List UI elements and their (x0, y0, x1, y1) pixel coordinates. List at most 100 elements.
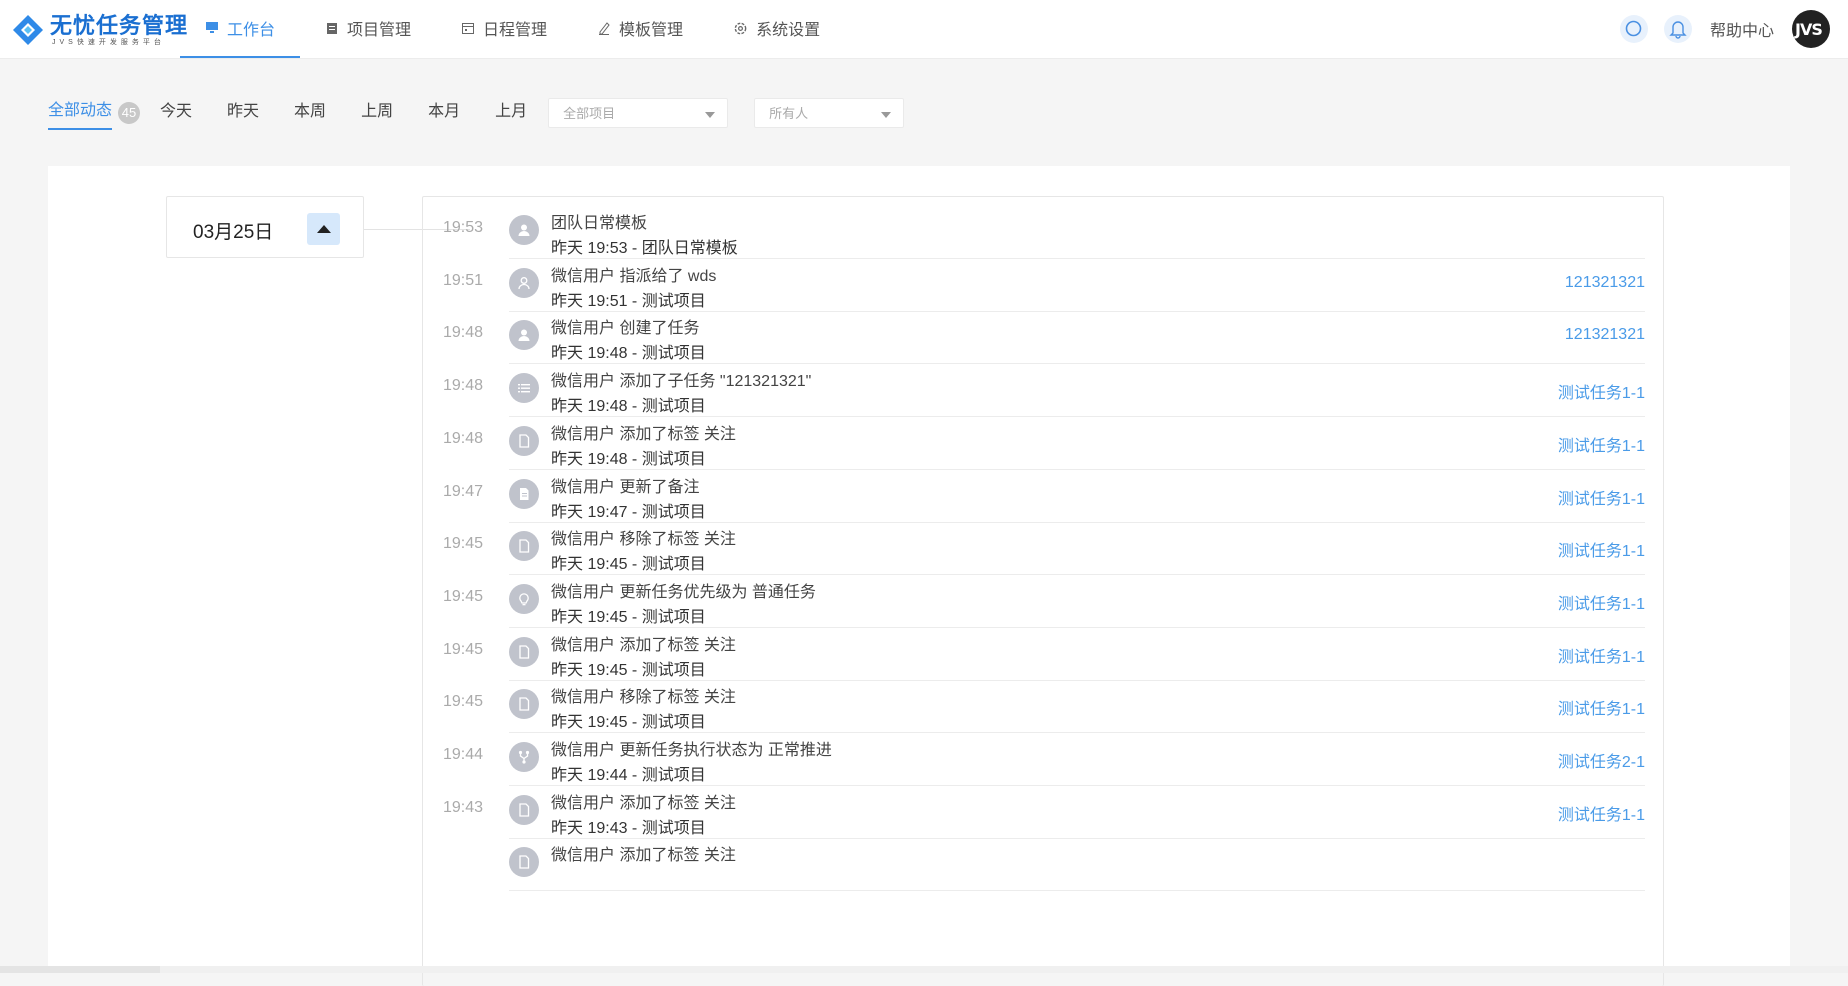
logo-icon (10, 12, 46, 48)
logo-subtitle: JVS快速开发服务平台 (52, 38, 165, 46)
clipboard-icon (327, 23, 338, 34)
filter-last-week[interactable]: 上周 (361, 97, 393, 129)
caret-down-icon (705, 112, 716, 118)
date-label: 03月25日 (193, 222, 274, 243)
activity-time: 19:48 (443, 377, 484, 395)
activity-text: 微信用户 创建了任务 (551, 320, 700, 338)
activity-panel: 03月25日 19:53 团队日常模板 昨天 19:53 - 团队日常模板 19:51… (48, 166, 1790, 986)
help-center-link[interactable]: 帮助中心 (1710, 17, 1774, 41)
filter-last-month[interactable]: 上月 (495, 97, 527, 129)
activity-task-link[interactable]: 测试任务1-1 (1558, 590, 1645, 614)
search-icon (1625, 20, 1642, 37)
nav-label: 模板管理 (619, 22, 684, 39)
person-select[interactable]: 所有人 (754, 98, 905, 128)
nav-label: 日程管理 (483, 22, 548, 39)
document-icon (509, 636, 539, 667)
list-icon (509, 373, 539, 404)
person-select-placeholder: 所有人 (769, 106, 809, 121)
nav-label: 系统设置 (756, 22, 821, 39)
filter-bar: 全部动态 45 今天 昨天 本周 上周 本月 上月 全部项目 所有人 (48, 96, 936, 130)
nav-schedule[interactable]: 日程管理 (436, 0, 572, 56)
activity-time: 19:45 (443, 535, 484, 553)
top-header: 无忧任务管理 JVS快速开发服务平台 工作台 项目管理 日程管理 模板管理 系统… (0, 0, 1848, 59)
scrollbar-thumb[interactable] (160, 966, 1848, 973)
activity-text: 微信用户 移除了标签 关注 (551, 689, 736, 707)
activity-time: 19:43 (443, 798, 484, 816)
user-avatar[interactable]: JVS (1792, 10, 1830, 48)
activity-list[interactable]: 19:53 团队日常模板 昨天 19:53 - 团队日常模板 19:51 微信用户 指派… (422, 196, 1664, 986)
project-select[interactable]: 全部项目 (548, 98, 729, 128)
logo[interactable]: 无忧任务管理 JVS快速开发服务平台 (10, 10, 188, 50)
activity-task-link[interactable]: 测试任务1-1 (1558, 537, 1645, 561)
nav-label: 项目管理 (347, 22, 412, 39)
activity-task-link[interactable]: 测试任务1-1 (1558, 379, 1645, 403)
collapse-button[interactable] (307, 213, 340, 245)
filter-all[interactable]: 全部动态 (48, 96, 113, 130)
date-group-card: 03月25日 (166, 196, 364, 258)
activity-task-link[interactable]: 测试任务1-1 (1558, 485, 1645, 509)
activity-text: 微信用户 添加了标签 关注 (551, 794, 736, 812)
note-icon (509, 478, 539, 509)
nav-settings[interactable]: 系统设置 (708, 0, 845, 56)
filter-today[interactable]: 今天 (160, 97, 192, 129)
activity-task-link[interactable]: 测试任务1-1 (1558, 643, 1645, 667)
activity-task-link[interactable]: 测试任务1-1 (1558, 801, 1645, 825)
document-icon (509, 847, 539, 878)
activity-time: 19:45 (443, 587, 484, 605)
activity-text: 微信用户 更新任务执行状态为 正常推进 (551, 742, 832, 759)
nav-workbench[interactable]: 工作台 (180, 0, 301, 58)
activity-text: 微信用户 更新任务优先级为 普通任务 (551, 583, 816, 601)
activity-time: 19:51 (443, 271, 484, 289)
gear-icon (734, 22, 747, 34)
notification-button[interactable] (1663, 15, 1692, 43)
activity-task-link[interactable]: 测试任务1-1 (1558, 695, 1645, 719)
activity-time: 19:44 (443, 746, 484, 763)
filter-yesterday[interactable]: 昨天 (227, 97, 259, 129)
user-icon (509, 320, 539, 351)
project-select-placeholder: 全部项目 (563, 106, 616, 121)
activity-task-link[interactable]: 测试任务2-1 (1558, 748, 1645, 772)
fork-icon (509, 742, 539, 772)
activity-text: 微信用户 添加了标签 关注 (551, 847, 736, 865)
document-icon (509, 531, 539, 562)
activity-text: 微信用户 添加了标签 关注 (551, 636, 736, 654)
activity-text: 团队日常模板 (551, 215, 648, 232)
activity-text: 微信用户 指派给了 wds (551, 267, 717, 285)
activity-time: 19:47 (443, 482, 484, 500)
activity-time: 19:48 (443, 324, 484, 342)
activity-time: 19:45 (443, 693, 484, 711)
nav-projects[interactable]: 项目管理 (300, 0, 436, 56)
bell-icon (1669, 21, 1687, 39)
activity-time: 19:48 (443, 429, 484, 447)
assign-user-icon (509, 267, 539, 298)
nav-templates[interactable]: 模板管理 (572, 0, 708, 56)
activity-text: 微信用户 添加了子任务 "121321321" (551, 373, 812, 391)
monitor-icon (206, 22, 218, 33)
document-icon (509, 425, 539, 456)
count-badge: 45 (118, 102, 141, 124)
activity-task-link[interactable]: 121321321 (1565, 326, 1645, 344)
search-button[interactable] (1619, 15, 1648, 43)
activity-task-link[interactable]: 测试任务1-1 (1558, 432, 1645, 456)
user-icon (509, 215, 539, 245)
caret-up-icon (317, 225, 331, 233)
nav-label: 工作台 (227, 22, 276, 39)
filter-this-week[interactable]: 本周 (294, 97, 326, 129)
document-icon (509, 689, 539, 720)
pen-icon (599, 22, 610, 35)
logo-title: 无忧任务管理 (50, 12, 189, 39)
row-divider (509, 890, 1645, 892)
filter-this-month[interactable]: 本月 (428, 97, 460, 129)
main-nav: 工作台 项目管理 日程管理 模板管理 系统设置 (180, 0, 845, 58)
calendar-icon (462, 23, 475, 34)
activity-text: 微信用户 更新了备注 (551, 478, 700, 496)
activity-task-link[interactable]: 121321321 (1565, 274, 1645, 292)
horizontal-scrollbar[interactable] (0, 966, 1848, 973)
avatar-text: JVS (1795, 20, 1823, 39)
activity-text: 微信用户 添加了标签 关注 (551, 425, 736, 443)
activity-row[interactable]: 微信用户 添加了标签 关注 (423, 829, 1663, 892)
document-icon (509, 794, 539, 825)
activity-time: 19:53 (443, 219, 484, 236)
bulb-icon (509, 583, 539, 614)
activity-text: 微信用户 移除了标签 关注 (551, 531, 736, 549)
